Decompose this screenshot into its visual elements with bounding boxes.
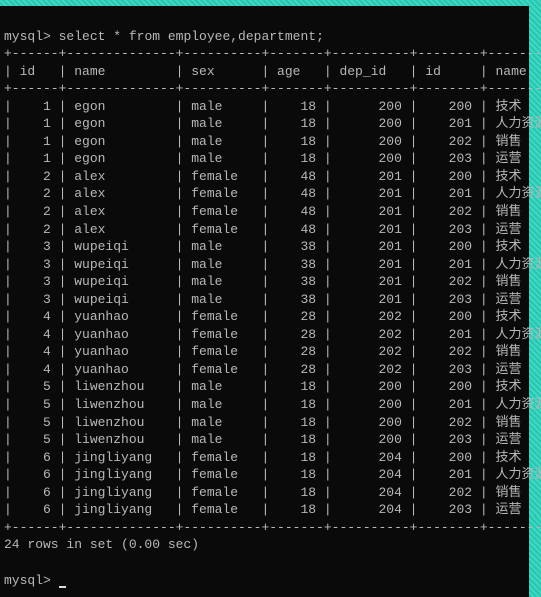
prompt: mysql> <box>4 29 51 44</box>
result-footer: 24 rows in set (0.00 sec) <box>4 537 199 552</box>
cursor <box>59 586 66 588</box>
mysql-terminal[interactable]: mysql> select * from employee,department… <box>0 6 529 597</box>
prompt: mysql> <box>4 573 51 588</box>
table-output: +------+--------------+----------+------… <box>4 46 541 535</box>
sql-command: select * from employee,department; <box>59 29 324 44</box>
